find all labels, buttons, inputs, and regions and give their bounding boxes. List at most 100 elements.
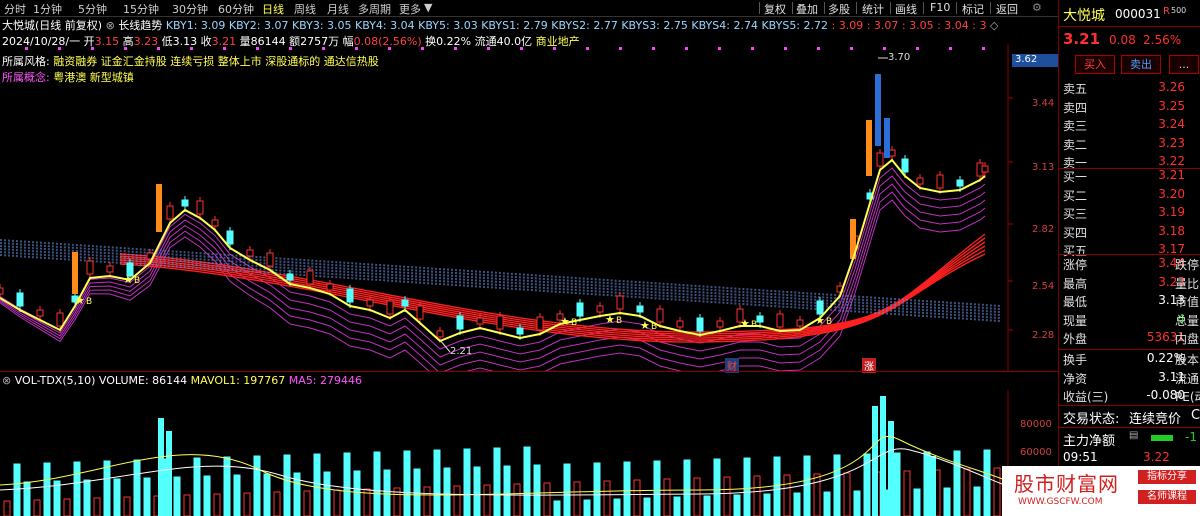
candle-body [676,320,684,328]
price-axis-label: 3.44 [1032,98,1055,109]
candle-body [796,319,804,327]
mavol1-label: MAVOL1: 197767 [190,374,286,387]
bid-row[interactable]: 买四 3.18 [1059,224,1200,243]
adjust-button[interactable]: 复权 [764,1,786,17]
stat-row-label: 外盘 [1063,332,1088,346]
r-value: 500 [1171,6,1187,15]
volume-bar [33,499,41,516]
candle-body [0,287,4,295]
divider [824,2,825,14]
volume-axis-label: 80000 [1020,419,1052,430]
stat-row[interactable]: 最低 3.13 市值 [1059,293,1200,312]
volume-bar [423,486,431,516]
volume-bar [403,450,411,516]
kby1: KBY1: 3.09 [165,19,226,32]
close-volume-icon[interactable]: ⊗ [2,374,11,387]
volume-chart[interactable] [0,390,1058,516]
volume-bar [833,454,841,516]
tab-60min[interactable]: 60分钟 [218,1,254,17]
low-price-annotation: 2.21 [450,346,473,357]
volume-bar [533,464,541,516]
tab-1min[interactable]: 1分钟 [33,1,62,17]
volume-bar [653,460,661,516]
volume-bar [593,462,601,516]
volume-bar [783,474,791,516]
volume-bar [872,406,878,516]
watermark-url: WWW.GSCFW.COM [1018,497,1103,507]
stat-row[interactable]: 涨停 3.44 跌停 [1059,256,1200,275]
tab-5min[interactable]: 5分钟 [78,1,107,17]
ask-row[interactable]: 卖四 3.25 [1059,99,1200,118]
volume-bar [63,498,71,516]
volume-bar [813,473,821,516]
signal-dot [124,47,127,50]
settings-gear-icon[interactable]: ⚙ [1032,1,1042,14]
kline-chart[interactable]: ★ B★ B★ B ★ B ★ B ★ B ★ B [0,44,1058,371]
stat2-row[interactable]: 换手 0.22% 股本 [1059,351,1200,370]
volume-bar [903,470,911,516]
close-indicator-icon[interactable]: ⊗ [106,19,115,32]
bid-row-label: 买二 [1063,188,1088,203]
stock-title: 大悦城(日线 前复权) [2,19,103,32]
candle-body [266,252,274,267]
ask-row[interactable]: 卖二 3.23 [1059,136,1200,155]
watermark-badge-1: 指标分享 [1138,470,1196,484]
volume-value-label: VOLUME: 86144 [98,374,188,387]
bid-row[interactable]: 买一 3.21 [1059,168,1200,187]
stat-row[interactable]: 外盘 53631 内盘 [1059,330,1200,349]
sell-button[interactable]: 卖出 [1121,55,1161,74]
volume-bar [973,486,981,516]
tab-weekly[interactable]: 周线 [294,1,316,17]
expand-icon[interactable]: ◇ [990,19,998,32]
bid-row[interactable]: 买二 3.20 [1059,187,1200,206]
ask-row[interactable]: 卖五 3.26 [1059,80,1200,99]
multi-stock-button[interactable]: 多股 [828,1,850,17]
tab-30min[interactable]: 30分钟 [172,1,208,17]
signal-dot [949,47,952,50]
volume-bar [953,450,961,516]
formula-name[interactable]: 长线趋势 [118,19,162,32]
more-trade-button[interactable]: ... [1169,55,1199,74]
volume-axis-label: 60000 [1020,447,1052,458]
tab-monthly[interactable]: 月线 [327,1,349,17]
volume-bar [703,495,711,516]
tab-more[interactable]: 更多 [399,1,421,17]
candle-body [36,309,44,317]
watermark: 股市财富网 WWW.GSCFW.COM 指标分享 名师课程 [1002,466,1200,516]
volume-bar [930,456,936,516]
mark-button[interactable]: 标记 [962,1,984,17]
stat-row[interactable]: 现量 4 总量 [1059,312,1200,331]
tab-intraday[interactable]: 分时 [4,1,26,17]
volume-indicator-name[interactable]: VOL-TDX(5,10) [15,374,96,387]
volume-bar [73,461,81,516]
buy-marker-label: B [616,316,622,326]
bid-row[interactable]: 买三 3.19 [1059,205,1200,224]
tab-daily[interactable]: 日线 [262,1,284,17]
tab-multi-period[interactable]: 多周期 [358,1,391,17]
signal-dot [157,47,160,50]
buy-button[interactable]: 买入 [1075,55,1115,74]
trade-status-value: 连续竞价 [1129,412,1182,427]
volume-bar [443,467,451,516]
stat2-row-extra: 流通 [1175,371,1200,386]
ask-row[interactable]: 卖三 3.24 [1059,117,1200,136]
stat2-row[interactable]: 净资 3.11 流通 [1059,370,1200,389]
volume-bar [493,447,501,516]
f10-button[interactable]: F10 [930,1,950,14]
overlay-button[interactable]: 叠加 [796,1,818,17]
candle-body [596,305,604,313]
main-flow-icon[interactable]: ▤ [1129,430,1138,441]
volume-bar [313,453,321,516]
candle-body [166,205,174,220]
stat-row[interactable]: 最高 3.23 量比 [1059,275,1200,294]
divider [1059,427,1200,428]
more-dropdown-icon[interactable]: ▼ [424,1,432,14]
tab-15min[interactable]: 15分钟 [123,1,159,17]
mavol1-line [0,435,1006,496]
draw-line-button[interactable]: 画线 [895,1,917,17]
back-button[interactable]: 返回 [996,1,1018,17]
stats-button[interactable]: 统计 [862,1,884,17]
stat2-row-label: 换手 [1063,353,1088,367]
stat-row-extra: 量比 [1175,276,1200,291]
volume-bar [773,456,781,516]
